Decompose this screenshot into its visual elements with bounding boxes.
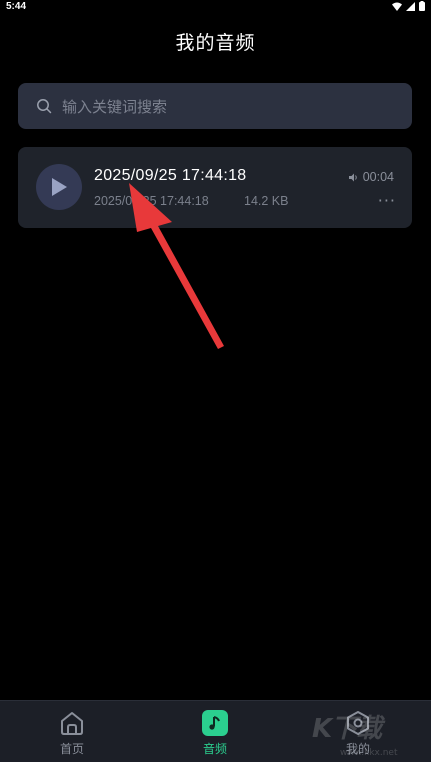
audio-duration: 00:04 bbox=[362, 170, 394, 184]
nav-item-home[interactable]: 首页 bbox=[32, 701, 112, 762]
speaker-icon bbox=[348, 173, 357, 181]
nav-label-home: 首页 bbox=[59, 742, 84, 756]
more-options-icon[interactable]: ··· bbox=[378, 191, 396, 210]
audio-duration-group: 00:04 bbox=[348, 170, 394, 184]
watermark-logo: K下载 www.kkx.net bbox=[310, 706, 430, 761]
watermark-text: K下载 bbox=[312, 714, 382, 744]
audio-date: 2025/09/25 17:44:18 bbox=[94, 194, 209, 208]
status-time: 5:44 bbox=[6, 1, 27, 12]
page-title: 我的音频 bbox=[175, 32, 256, 54]
status-icons bbox=[392, 1, 425, 11]
search-icon bbox=[37, 99, 52, 114]
nav-item-audio[interactable]: 音频 bbox=[175, 701, 255, 762]
audio-size: 14.2 KB bbox=[244, 194, 289, 208]
play-button[interactable] bbox=[36, 164, 82, 210]
signal-icon bbox=[406, 1, 415, 11]
audio-title: 2025/09/25 17:44:18 bbox=[94, 167, 247, 184]
search-input[interactable]: 输入关键词搜索 bbox=[18, 83, 412, 129]
battery-icon bbox=[419, 1, 425, 11]
wifi-icon bbox=[392, 2, 402, 11]
audio-list-item[interactable]: 2025/09/25 17:44:18 2025/09/25 17:44:18 … bbox=[18, 147, 412, 228]
nav-label-audio: 音频 bbox=[202, 742, 227, 756]
home-icon bbox=[59, 710, 85, 736]
search-placeholder: 输入关键词搜索 bbox=[62, 97, 168, 116]
play-icon bbox=[52, 178, 67, 196]
status-bar: 5:44 bbox=[0, 0, 431, 14]
music-note-icon bbox=[202, 710, 228, 736]
watermark-url: www.kkx.net bbox=[340, 748, 398, 758]
